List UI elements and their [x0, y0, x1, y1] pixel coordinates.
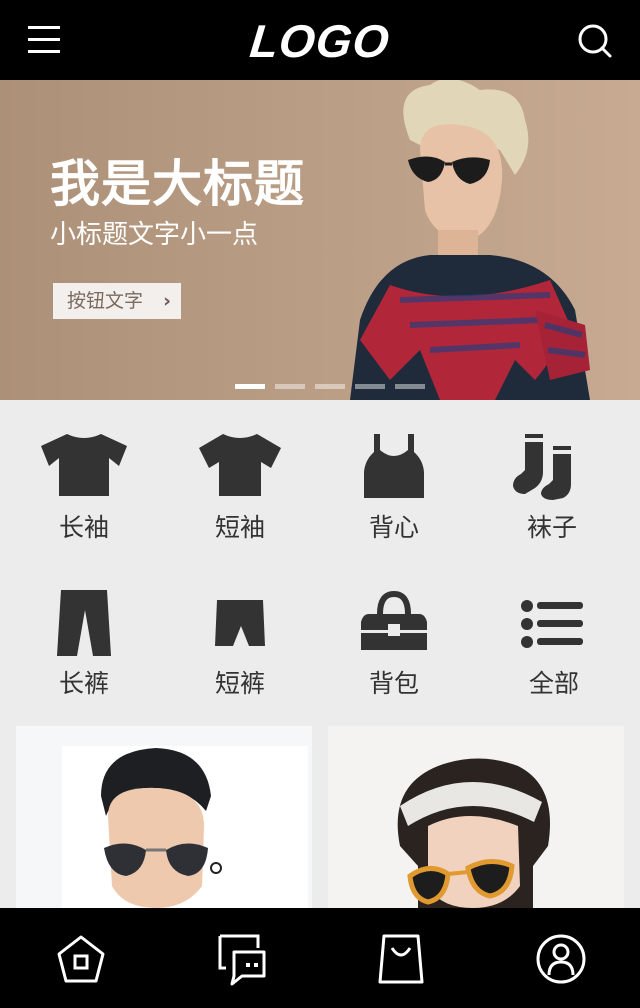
- carousel-dot[interactable]: [275, 384, 306, 389]
- category-label: 长袖: [58, 513, 109, 542]
- category-label: 全部: [528, 669, 579, 698]
- carousel-dot[interactable]: [315, 384, 346, 389]
- banner-button[interactable]: 按钮文字 ›: [53, 283, 181, 319]
- category-tank-top[interactable]: 背心: [334, 432, 454, 552]
- category-label: 短袖: [214, 513, 265, 542]
- banner-button-label: 按钮文字: [67, 290, 144, 312]
- category-all[interactable]: 全部: [494, 590, 614, 710]
- handbag-icon: [361, 590, 427, 650]
- category-long-sleeve[interactable]: 长袖: [24, 432, 144, 552]
- banner-subtitle: 小标题文字小一点: [50, 220, 259, 250]
- chevron-right-icon: ›: [163, 290, 171, 312]
- category-shorts[interactable]: 短裤: [180, 590, 300, 710]
- shorts-icon: [215, 600, 265, 646]
- category-socks[interactable]: 袜子: [492, 432, 612, 552]
- hero-banner[interactable]: 我是大标题 小标题文字小一点 按钮文字 ›: [0, 80, 640, 400]
- category-label: 短裤: [214, 669, 265, 698]
- long-sleeve-shirt-icon: [41, 434, 127, 496]
- category-label: 背心: [368, 513, 419, 542]
- category-bag[interactable]: 背包: [334, 590, 454, 710]
- category-label: 背包: [368, 669, 419, 698]
- tank-top-icon: [364, 434, 424, 498]
- product-card[interactable]: [328, 726, 624, 908]
- category-short-sleeve[interactable]: 短袖: [180, 432, 300, 552]
- product-image: [16, 726, 312, 908]
- carousel-dot[interactable]: [235, 384, 265, 389]
- product-card[interactable]: [16, 726, 312, 908]
- carousel-dot[interactable]: [395, 384, 426, 389]
- category-label: 袜子: [526, 513, 577, 542]
- banner-title: 我是大标题: [50, 155, 305, 213]
- search-icon[interactable]: [576, 22, 614, 60]
- category-label: 长裤: [58, 669, 109, 698]
- list-icon: [521, 600, 583, 648]
- chat-icon[interactable]: [214, 932, 268, 986]
- carousel-dot[interactable]: [355, 384, 386, 389]
- top-bar: LOGO: [0, 0, 640, 80]
- logo[interactable]: LOGO: [0, 14, 640, 68]
- bottom-nav: [0, 908, 640, 1008]
- trousers-icon: [57, 590, 111, 656]
- carousel-indicator: [235, 374, 426, 389]
- model-photo: [350, 80, 590, 400]
- home-icon[interactable]: [54, 932, 108, 986]
- shopping-bag-icon[interactable]: [374, 932, 428, 986]
- t-shirt-icon: [199, 434, 281, 496]
- product-image: [328, 726, 624, 908]
- category-trousers[interactable]: 长裤: [24, 590, 144, 710]
- user-icon[interactable]: [534, 932, 588, 986]
- socks-icon: [513, 434, 571, 500]
